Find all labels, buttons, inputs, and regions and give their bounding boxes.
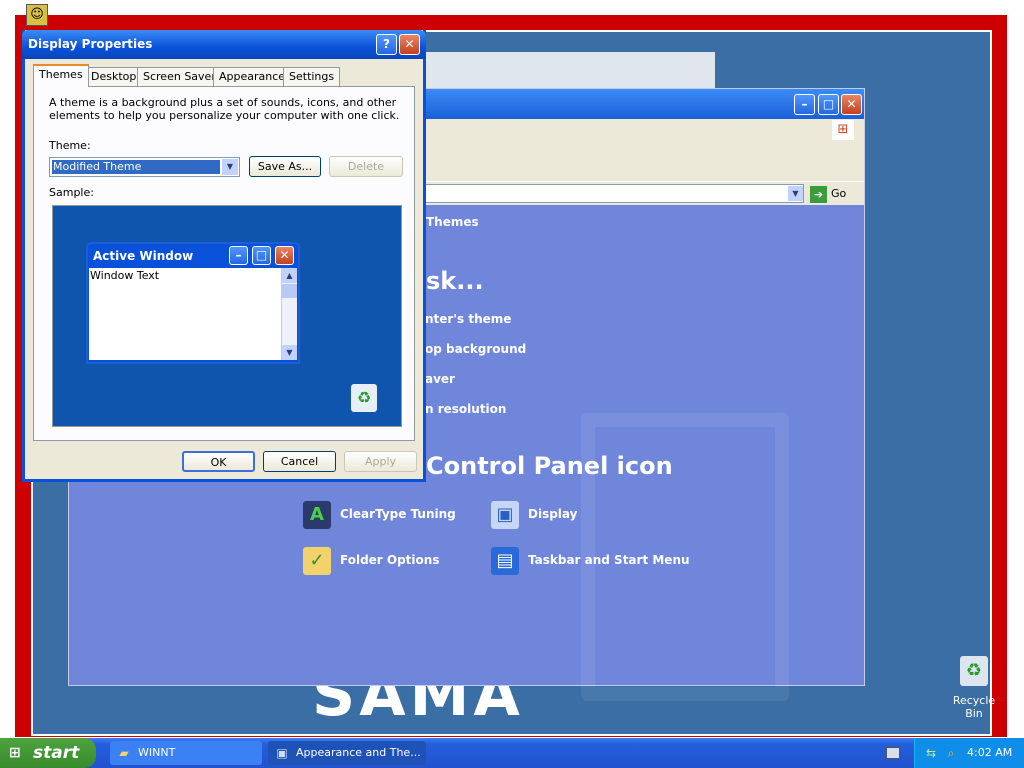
theme-description: A theme is a background plus a set of so…	[49, 96, 400, 122]
themes-tab-panel: A theme is a background plus a set of so…	[33, 86, 415, 441]
close-button[interactable]: ✕	[841, 94, 862, 115]
go-arrow-icon: ➔	[810, 185, 827, 203]
apply-button[interactable]: Apply	[344, 451, 417, 472]
dialog-title: Display Properties	[28, 37, 153, 51]
display-icon: ▣	[491, 501, 519, 529]
pick-icon-heading: Control Panel icon	[426, 452, 673, 480]
display-properties-dialog: Display Properties ? ✕ Themes Desktop Sc…	[22, 30, 426, 482]
start-button[interactable]: ⊞ start	[0, 738, 96, 768]
search-icon[interactable]: ⌕	[943, 745, 959, 761]
display-icon: ▣	[276, 746, 288, 760]
taskbar-icon: ▤	[491, 547, 519, 575]
theme-sample-preview: Active Window – □ ✕ Window Text ▲ ▼ ♻	[52, 205, 402, 427]
task-link[interactable]: nter's theme	[425, 312, 511, 326]
network-icon[interactable]: ⇆	[923, 745, 939, 761]
theme-select-value: Modified Theme	[52, 160, 220, 174]
recycle-bin-label: Recycle Bin	[952, 694, 996, 720]
taskbar-item-appearance[interactable]: ▣ Appearance and The...	[268, 741, 426, 765]
folder-icon: ▰	[119, 746, 129, 760]
system-tray: ⇆ ⌕ 4:02 AM	[914, 738, 1024, 768]
clock[interactable]: 4:02 AM	[967, 738, 1012, 768]
close-button[interactable]: ✕	[399, 34, 420, 55]
tab-settings[interactable]: Settings	[283, 67, 341, 86]
sample-window-text: Window Text	[90, 269, 160, 282]
help-button[interactable]: ?	[376, 34, 397, 55]
scroll-thumb	[282, 284, 297, 298]
address-input[interactable]: ▼	[409, 184, 804, 203]
dialog-titlebar[interactable]: Display Properties ? ✕	[22, 30, 426, 59]
minimize-icon: –	[229, 246, 248, 265]
recycle-bin-icon: ♻	[960, 656, 988, 686]
delete-button[interactable]: Delete	[329, 156, 403, 177]
taskbar: ⊞ start ▰ WINNT ▣ Appearance and The... …	[0, 738, 1024, 768]
scroll-down-icon: ▼	[282, 345, 297, 360]
task-link[interactable]: n resolution	[425, 402, 506, 416]
cancel-button[interactable]: Cancel	[263, 451, 336, 472]
windows-flag-icon: ⊞	[9, 745, 21, 761]
ok-button[interactable]: OK	[182, 451, 255, 472]
theme-select[interactable]: Modified Theme ▼	[49, 157, 240, 177]
chevron-down-icon[interactable]: ▼	[222, 159, 238, 175]
tab-desktop[interactable]: Desktop	[85, 67, 143, 86]
save-as-button[interactable]: Save As...	[249, 156, 321, 177]
sample-window-body: Window Text ▲ ▼	[89, 268, 297, 360]
minimize-button[interactable]: –	[794, 94, 815, 115]
desktop-recycle-bin[interactable]: ♻ Recycle Bin	[944, 656, 1004, 720]
task-link[interactable]: op background	[425, 342, 526, 356]
tab-appearance[interactable]: Appearance	[213, 67, 292, 86]
folder-options-icon: ✓	[303, 547, 331, 575]
desktop-shortcut-icon[interactable]: ☺	[26, 4, 48, 26]
taskbar-item-winnt[interactable]: ▰ WINNT	[110, 741, 262, 765]
tab-screen-saver[interactable]: Screen Saver	[137, 67, 222, 86]
pick-task-heading: sk...	[426, 267, 484, 295]
go-button[interactable]: ➔ Go	[810, 184, 846, 203]
keyboard-icon[interactable]	[886, 747, 900, 759]
scroll-up-icon: ▲	[282, 268, 297, 283]
sample-window-title: Active Window	[93, 249, 194, 263]
chevron-down-icon[interactable]: ▼	[788, 186, 803, 201]
windows-logo-icon: ⊞	[832, 120, 854, 140]
cleartype-icon: A	[303, 501, 331, 529]
close-icon: ✕	[275, 246, 294, 265]
recycle-bin-icon: ♻	[351, 384, 377, 412]
theme-label: Theme:	[49, 139, 91, 152]
sidebar-link-themes[interactable]: Themes	[426, 215, 479, 229]
tab-themes[interactable]: Themes	[33, 64, 89, 87]
sample-label: Sample:	[49, 186, 94, 199]
wallpaper-strip	[415, 52, 715, 92]
sample-scrollbar: ▲ ▼	[281, 268, 297, 360]
task-link[interactable]: aver	[425, 372, 455, 386]
sample-active-window: Active Window – □ ✕ Window Text ▲ ▼	[86, 242, 300, 364]
maximize-button[interactable]: □	[818, 94, 839, 115]
maximize-icon: □	[252, 246, 271, 265]
